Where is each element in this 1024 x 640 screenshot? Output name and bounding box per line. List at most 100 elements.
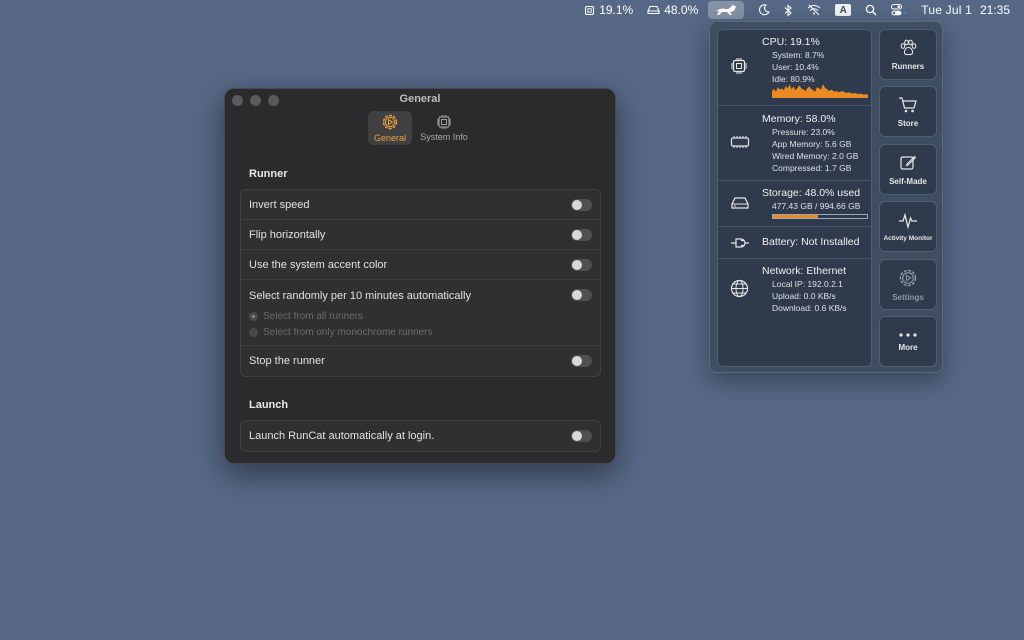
wifi-menu-item[interactable] xyxy=(807,0,821,20)
store-button[interactable]: Store xyxy=(879,86,937,137)
input-source-badge: A xyxy=(835,4,852,16)
setting-row-launch-at-login: Launch RunCat automatically at login. xyxy=(241,421,600,451)
bluetooth-menu-item[interactable] xyxy=(784,0,793,20)
setting-row-invert-speed: Invert speed xyxy=(241,190,600,220)
settings-window: General General System Info Runner Inver… xyxy=(224,88,616,464)
launch-settings-group: Launch RunCat automatically at login. xyxy=(240,420,601,452)
chip-icon xyxy=(585,5,595,15)
power-plug-icon xyxy=(731,238,749,248)
setting-row-flip-horizontally: Flip horizontally xyxy=(241,220,600,250)
focus-menu-item[interactable] xyxy=(758,0,771,20)
input-source-menu-item[interactable]: A xyxy=(835,0,852,20)
system-stats-panel: CPU: 19.1% System: 8.7% User: 10.4% Idle… xyxy=(717,29,873,367)
menubar-cpu-value: 19.1% xyxy=(599,3,634,17)
menubar-time[interactable]: 21:35 xyxy=(980,3,1010,17)
menubar-storage-item[interactable]: 48.0% xyxy=(647,0,698,20)
activity-monitor-button[interactable]: Activity Monitor xyxy=(879,201,937,252)
chip-icon xyxy=(731,58,747,74)
setting-row-random-select: Select randomly per 10 minutes automatic… xyxy=(241,280,600,346)
memory-title: Memory: 58.0% xyxy=(762,113,836,125)
paw-icon xyxy=(900,39,917,55)
pulse-icon xyxy=(899,212,917,230)
cart-icon xyxy=(899,96,917,112)
storage-bar xyxy=(772,214,868,219)
random-select-toggle[interactable] xyxy=(571,289,592,301)
menubar-cpu-item[interactable]: 19.1% xyxy=(584,0,633,20)
cpu-system: System: 8.7% xyxy=(772,50,825,60)
more-button-label: More xyxy=(898,342,918,352)
gear-icon xyxy=(382,114,398,130)
runner-section-title: Runner xyxy=(249,168,288,180)
memory-stat-section[interactable]: Memory: 58.0% Pressure: 23.0% App Memory… xyxy=(718,106,873,181)
globe-icon xyxy=(730,279,749,298)
cat-icon xyxy=(716,4,737,15)
wifi-off-icon xyxy=(807,4,821,16)
moon-icon xyxy=(759,4,771,16)
invert-speed-toggle[interactable] xyxy=(571,199,592,211)
setting-row-accent-color: Use the system accent color xyxy=(241,250,600,280)
runners-button[interactable]: Runners xyxy=(879,29,937,80)
storage-detail: 477.43 GB / 994.66 GB xyxy=(772,201,861,211)
memory-icon xyxy=(730,136,750,148)
tab-general[interactable]: General xyxy=(368,111,412,145)
cpu-stat-section[interactable]: CPU: 19.1% System: 8.7% User: 10.4% Idle… xyxy=(718,30,873,106)
storage-title: Storage: 48.0% used xyxy=(762,187,861,199)
runcat-dropdown-panel: CPU: 19.1% System: 8.7% User: 10.4% Idle… xyxy=(709,21,943,373)
random-select-label: Select randomly per 10 minutes automatic… xyxy=(249,290,471,302)
network-upload: Upload: 0.0 KB/s xyxy=(772,291,836,301)
drive-icon xyxy=(647,5,660,15)
ellipsis-icon xyxy=(899,332,917,337)
edit-icon xyxy=(900,155,917,170)
stop-runner-label: Stop the runner xyxy=(249,355,325,367)
menubar-date[interactable]: Tue Jul 1 xyxy=(921,3,972,17)
radio-monochrome-runners-label: Select from only monochrome runners xyxy=(263,327,433,338)
battery-stat-section[interactable]: Battery: Not Installed xyxy=(718,227,873,259)
activity-monitor-button-label: Activity Monitor xyxy=(883,234,933,242)
battery-title: Battery: Not Installed xyxy=(762,236,860,248)
flip-horizontally-toggle[interactable] xyxy=(571,229,592,241)
stop-runner-toggle[interactable] xyxy=(571,355,592,367)
radio-monochrome-runners-button xyxy=(249,328,258,337)
tab-system-info[interactable]: System Info xyxy=(414,111,474,145)
spotlight-menu-item[interactable] xyxy=(865,0,877,20)
cpu-history-area xyxy=(772,83,868,98)
control-center-icon xyxy=(891,4,907,16)
radio-all-runners-label: Select from all runners xyxy=(263,311,364,322)
tab-general-label: General xyxy=(373,133,407,143)
invert-speed-label: Invert speed xyxy=(249,198,310,211)
memory-pressure: Pressure: 23.0% xyxy=(772,127,835,137)
network-local-ip: Local IP: 192.0.2.1 xyxy=(772,279,843,289)
cpu-title: CPU: 19.1% xyxy=(762,36,820,48)
window-title: General xyxy=(399,93,441,105)
runner-settings-group: Invert speed Flip horizontally Use the s… xyxy=(240,189,601,377)
network-stat-section[interactable]: Network: Ethernet Local IP: 192.0.2.1 Up… xyxy=(718,259,873,319)
radio-all-runners: Select from all runners xyxy=(249,311,363,322)
cpu-history-chart xyxy=(772,83,868,98)
memory-wired: Wired Memory: 2.0 GB xyxy=(772,151,859,161)
network-title: Network: Ethernet xyxy=(762,265,847,277)
more-button[interactable]: More xyxy=(879,316,937,367)
gear-icon xyxy=(899,269,917,286)
search-icon xyxy=(866,4,877,16)
bluetooth-icon xyxy=(784,3,793,17)
self-made-button[interactable]: Self-Made xyxy=(879,144,937,195)
launch-at-login-label: Launch RunCat automatically at login. xyxy=(249,430,435,442)
cpu-user: User: 10.4% xyxy=(772,62,819,72)
setting-row-stop-runner: Stop the runner xyxy=(241,346,600,376)
window-titlebar[interactable]: General xyxy=(225,89,615,111)
radio-monochrome-runners: Select from only monochrome runners xyxy=(249,327,433,338)
runners-button-label: Runners xyxy=(891,61,925,71)
flip-horizontally-label: Flip horizontally xyxy=(249,228,326,241)
settings-button[interactable]: Settings xyxy=(879,259,937,310)
network-download: Download: 0.6 KB/s xyxy=(772,303,847,313)
memory-compressed: Compressed: 1.7 GB xyxy=(772,163,852,173)
runcat-menu-button[interactable] xyxy=(708,1,745,19)
launch-at-login-toggle[interactable] xyxy=(571,430,592,442)
control-center-menu-item[interactable] xyxy=(891,0,907,20)
accent-color-toggle[interactable] xyxy=(571,259,592,271)
store-button-label: Store xyxy=(897,118,919,128)
launch-section-title: Launch xyxy=(249,399,289,411)
storage-stat-section[interactable]: Storage: 48.0% used 477.43 GB / 994.66 G… xyxy=(718,181,873,227)
menubar-storage-value: 48.0% xyxy=(664,3,699,17)
chip-icon xyxy=(437,115,451,129)
